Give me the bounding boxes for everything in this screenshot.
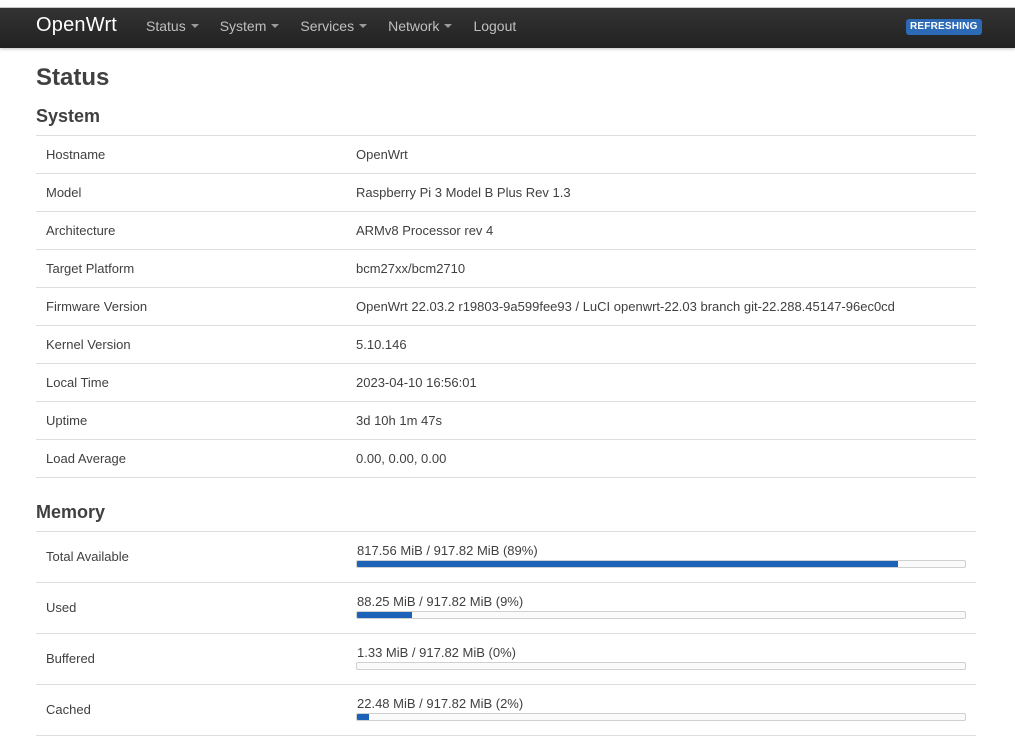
table-row: Uptime 3d 10h 1m 47s	[36, 402, 976, 440]
row-label: Local Time	[46, 375, 109, 390]
row-value: OpenWrt	[356, 147, 408, 162]
chevron-down-icon	[190, 24, 199, 29]
row-label: Uptime	[46, 413, 88, 428]
row-label: Load Average	[46, 451, 126, 466]
progress-bar	[356, 611, 966, 619]
table-row: Target Platform bcm27xx/bcm2710	[36, 250, 976, 288]
row-value: 0.00, 0.00, 0.00	[356, 451, 447, 466]
chevron-down-icon	[359, 24, 368, 29]
menu-network-label: Network	[388, 18, 440, 34]
menu-logout-label: Logout	[473, 18, 517, 34]
row-value: 817.56 MiB / 917.82 MiB (89%)	[357, 543, 538, 558]
browser-top-strip	[0, 0, 1015, 8]
row-value: OpenWrt 22.03.2 r19803-9a599fee93 / LuCI…	[356, 299, 895, 314]
menu-services[interactable]: Services	[300, 8, 388, 48]
row-value: 5.10.146	[356, 337, 407, 352]
refreshing-badge[interactable]: REFRESHING	[906, 19, 982, 35]
menu-network[interactable]: Network	[388, 8, 473, 48]
progress-bar	[356, 560, 966, 568]
row-label: Cached	[46, 702, 91, 717]
table-row: Kernel Version 5.10.146	[36, 326, 976, 364]
chevron-down-icon	[444, 24, 453, 29]
main-menu: Status System Services Network Logout	[146, 8, 537, 48]
menu-system-label: System	[219, 18, 267, 34]
row-label: Firmware Version	[46, 299, 148, 314]
row-label: Buffered	[46, 651, 95, 666]
table-row: Cached 22.48 MiB / 917.82 MiB (2%)	[36, 685, 976, 736]
table-row: Architecture ARMv8 Processor rev 4	[36, 212, 976, 250]
progress-bar	[356, 662, 966, 670]
system-table: Hostname OpenWrt Model Raspberry Pi 3 Mo…	[36, 135, 976, 478]
row-value: 2023-04-10 16:56:01	[356, 375, 477, 390]
memory-table: Total Available 817.56 MiB / 917.82 MiB …	[36, 531, 976, 736]
table-row: Buffered 1.33 MiB / 917.82 MiB (0%)	[36, 634, 976, 685]
menu-status-label: Status	[146, 18, 186, 34]
brand-logo[interactable]: OpenWrt	[36, 14, 117, 37]
section-title-memory: Memory	[36, 502, 106, 522]
page-title: Status	[36, 64, 110, 91]
row-value: ARMv8 Processor rev 4	[356, 223, 494, 238]
progress-fill	[357, 561, 899, 567]
row-value: 88.25 MiB / 917.82 MiB (9%)	[357, 594, 524, 609]
table-row: Hostname OpenWrt	[36, 136, 976, 174]
progress-fill	[357, 612, 412, 618]
menu-logout[interactable]: Logout	[473, 8, 537, 48]
table-row: Used 88.25 MiB / 917.82 MiB (9%)	[36, 583, 976, 634]
menu-system[interactable]: System	[220, 8, 301, 48]
row-label: Model	[46, 185, 82, 200]
row-value: 3d 10h 1m 47s	[356, 413, 443, 428]
row-label: Used	[46, 600, 77, 615]
row-value: 1.33 MiB / 917.82 MiB (0%)	[357, 645, 516, 660]
progress-fill	[357, 714, 370, 720]
row-value: bcm27xx/bcm2710	[356, 261, 466, 276]
section-title-system: System	[36, 106, 101, 126]
table-row: Total Available 817.56 MiB / 917.82 MiB …	[36, 532, 976, 583]
table-row: Firmware Version OpenWrt 22.03.2 r19803-…	[36, 288, 976, 326]
row-label: Target Platform	[46, 261, 135, 276]
table-row: Model Raspberry Pi 3 Model B Plus Rev 1.…	[36, 174, 976, 212]
row-label: Kernel Version	[46, 337, 131, 352]
top-navbar: OpenWrt Status System Services Network L…	[0, 8, 1015, 48]
table-row: Load Average 0.00, 0.00, 0.00	[36, 440, 976, 478]
menu-services-label: Services	[300, 18, 355, 34]
row-label: Total Available	[46, 549, 129, 564]
row-value: 22.48 MiB / 917.82 MiB (2%)	[357, 696, 524, 711]
row-label: Hostname	[46, 147, 106, 162]
row-label: Architecture	[46, 223, 116, 238]
table-row: Local Time 2023-04-10 16:56:01	[36, 364, 976, 402]
row-value: Raspberry Pi 3 Model B Plus Rev 1.3	[356, 185, 571, 200]
chevron-down-icon	[271, 24, 280, 29]
menu-status[interactable]: Status	[146, 8, 220, 48]
